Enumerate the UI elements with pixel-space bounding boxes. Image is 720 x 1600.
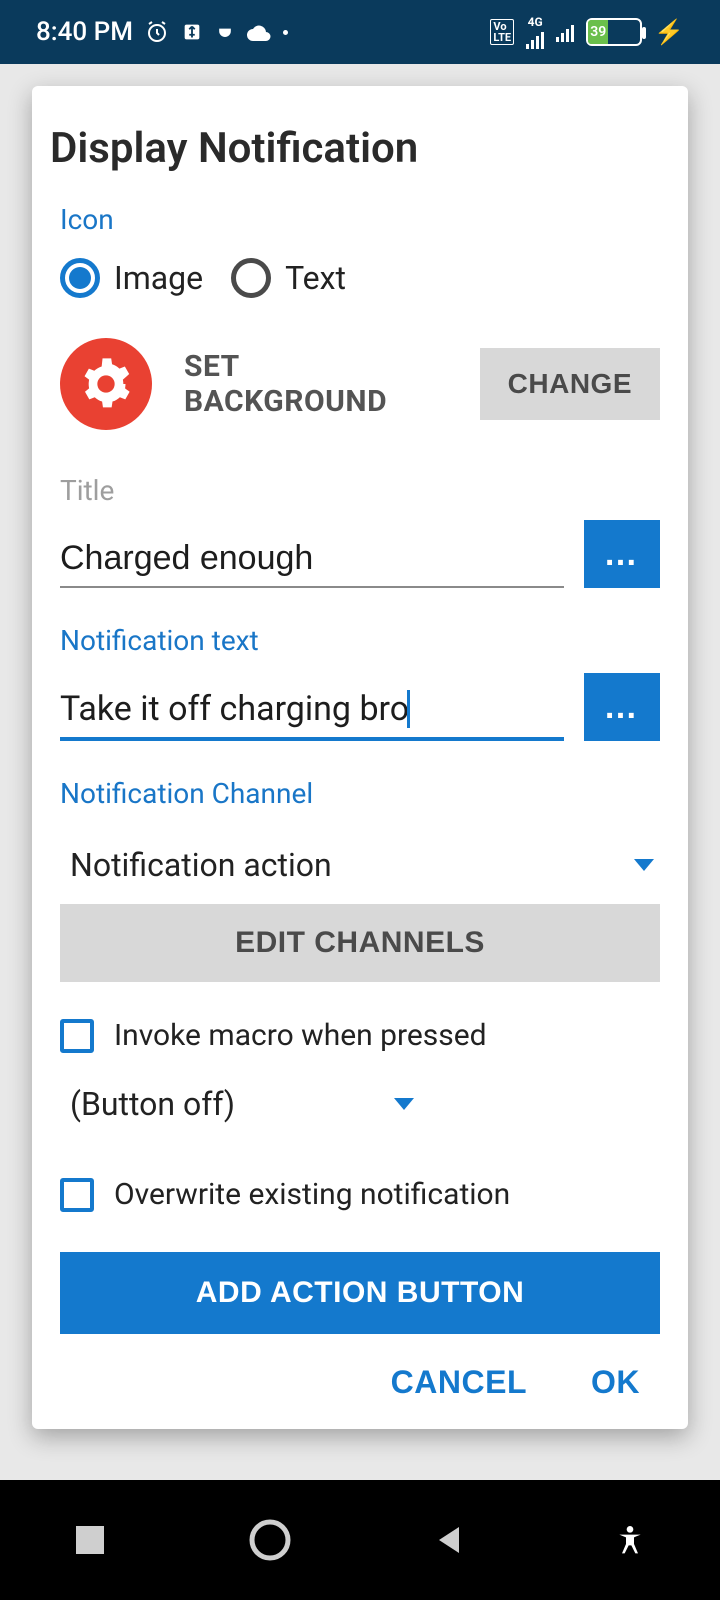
gear-icon: [80, 358, 132, 410]
overwrite-label: Overwrite existing notification: [114, 1177, 510, 1212]
triangle-left-icon: [435, 1525, 465, 1555]
ok-button[interactable]: OK: [591, 1364, 640, 1401]
radio-text-label: Text: [285, 259, 346, 297]
status-bar: 8:40 PM VoLTE 4G 39 ⚡: [0, 0, 720, 64]
radio-unselected-icon: [231, 258, 271, 298]
title-input[interactable]: [60, 529, 564, 588]
alarm-icon: [145, 20, 169, 44]
add-action-button[interactable]: ADD ACTION BUTTON: [60, 1252, 660, 1334]
signal-icon: [556, 22, 574, 42]
square-icon: [76, 1526, 104, 1554]
radio-image[interactable]: Image: [60, 258, 203, 298]
radio-image-label: Image: [114, 259, 203, 297]
nav-back-button[interactable]: [410, 1500, 490, 1580]
nav-home-button[interactable]: [230, 1500, 310, 1580]
overwrite-checkbox[interactable]: [60, 1178, 94, 1212]
invoke-macro-label: Invoke macro when pressed: [114, 1018, 487, 1053]
notification-text-more-button[interactable]: …: [584, 673, 660, 741]
radio-selected-icon: [60, 258, 100, 298]
navigation-bar: [0, 1480, 720, 1600]
change-button[interactable]: CHANGE: [480, 348, 660, 420]
nav-recent-button[interactable]: [50, 1500, 130, 1580]
edit-channels-button[interactable]: EDIT CHANNELS: [60, 904, 660, 982]
icon-type-radio-group: Image Text: [60, 258, 660, 298]
nav-accessibility-button[interactable]: [590, 1500, 670, 1580]
chevron-down-icon: [394, 1098, 414, 1110]
icon-config-row: SET BACKGROUND CHANGE: [60, 338, 660, 430]
channel-section-label: Notification Channel: [60, 777, 660, 810]
invoke-macro-checkbox[interactable]: [60, 1019, 94, 1053]
title-more-button[interactable]: …: [584, 520, 660, 588]
charging-icon: ⚡: [654, 18, 684, 46]
radio-text[interactable]: Text: [231, 258, 346, 298]
notification-text-label: Notification text: [60, 624, 564, 657]
volte-icon: VoLTE: [490, 19, 514, 45]
cloud-icon: [247, 23, 271, 41]
dialog-title: Display Notification: [32, 124, 688, 203]
battery-icon: 39: [586, 18, 642, 46]
text-cursor: [407, 690, 410, 728]
status-time: 8:40 PM: [36, 17, 133, 47]
channel-select-value: Notification action: [70, 846, 332, 884]
channel-select[interactable]: Notification action: [60, 832, 660, 898]
cancel-button[interactable]: CANCEL: [391, 1364, 527, 1401]
display-notification-dialog: Display Notification Icon Image Text SET…: [32, 86, 688, 1429]
accessibility-icon: [614, 1524, 646, 1556]
notification-text-value: Take it off charging bro: [60, 689, 409, 729]
notification-text-input[interactable]: Take it off charging bro: [60, 679, 564, 741]
plug-icon: [215, 22, 235, 42]
button-off-value: (Button off): [70, 1085, 235, 1123]
icon-section-label: Icon: [60, 203, 660, 236]
circle-icon: [248, 1518, 292, 1562]
dot-icon: [283, 30, 288, 35]
title-field-label: Title: [60, 474, 564, 507]
chevron-down-icon: [634, 859, 654, 871]
usb-icon: [181, 21, 203, 43]
button-off-select[interactable]: (Button off): [60, 1071, 420, 1137]
notification-icon-preview[interactable]: [60, 338, 152, 430]
set-background-label: SET BACKGROUND: [184, 349, 448, 419]
signal-4g: 4G: [526, 15, 544, 49]
